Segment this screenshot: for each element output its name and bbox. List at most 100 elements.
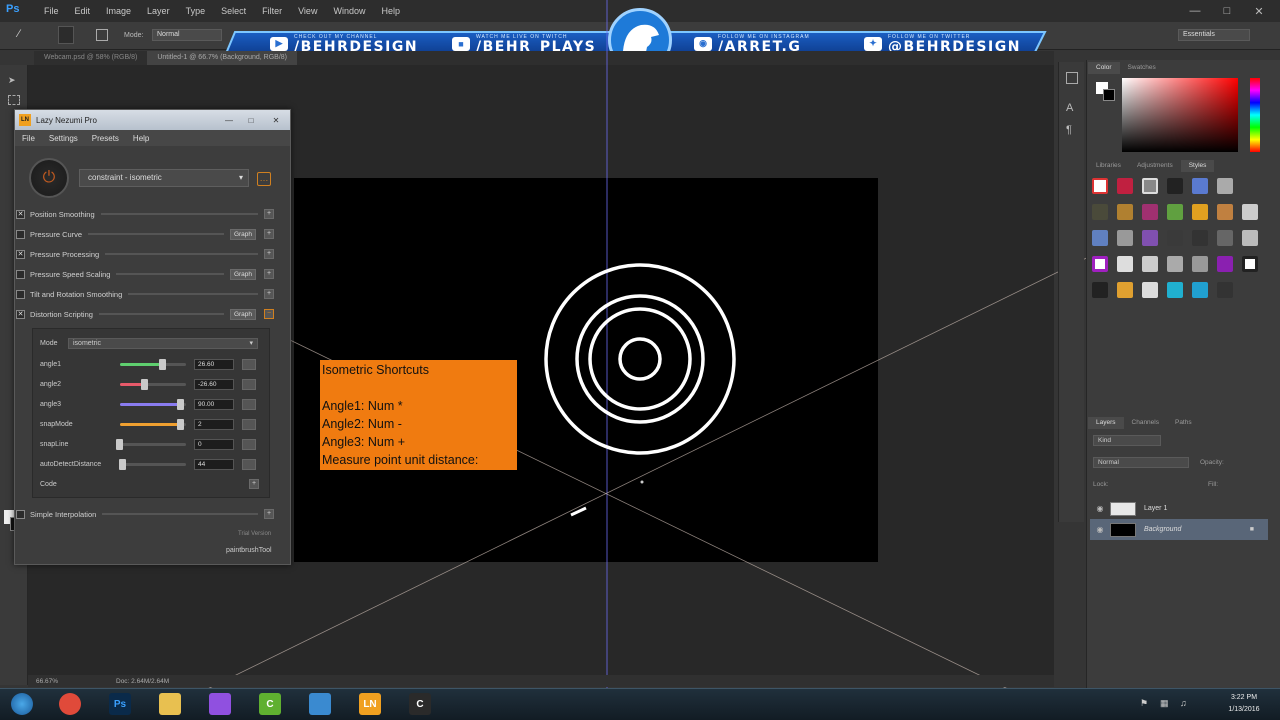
taskbar-chrome[interactable] (48, 690, 92, 718)
style-cell[interactable] (1192, 204, 1208, 220)
tray-flag-icon[interactable]: ⚑ (1140, 698, 1148, 709)
tab-libraries[interactable]: Libraries (1088, 160, 1129, 172)
param-reset-button[interactable] (242, 458, 256, 470)
ln-minimize-icon[interactable]: — (218, 116, 240, 125)
param-slider[interactable] (120, 398, 186, 410)
layer-row[interactable]: ◉ Background ■ (1090, 519, 1268, 540)
zoom-level[interactable]: 66.67% (36, 678, 116, 685)
style-cell[interactable] (1167, 256, 1183, 272)
slider-knob[interactable] (158, 358, 166, 370)
param-value-input[interactable]: 2 (194, 418, 234, 430)
slider-knob[interactable] (176, 418, 184, 430)
graph-button[interactable]: Graph (230, 308, 256, 320)
tab-channels[interactable]: Channels (1124, 417, 1167, 429)
checkbox[interactable] (16, 269, 25, 279)
checkbox[interactable]: ✕ (16, 309, 25, 319)
taskbar-app-blue[interactable] (298, 690, 342, 718)
character-icon[interactable]: A (1066, 102, 1078, 114)
code-expand-button[interactable]: + (249, 479, 259, 489)
slider-knob[interactable] (119, 458, 127, 470)
ln-menu-file[interactable]: File (15, 134, 42, 143)
checkbox[interactable] (16, 509, 25, 519)
style-cell[interactable] (1092, 256, 1108, 272)
style-cell[interactable] (1167, 204, 1183, 220)
script-mode-select[interactable]: isometric ▾ (68, 337, 258, 349)
param-value-input[interactable]: 44 (194, 458, 234, 470)
style-cell[interactable] (1117, 230, 1133, 246)
option-pressure-curve[interactable]: Pressure Curve Graph + (16, 227, 274, 241)
ln-title-bar[interactable]: LN Lazy Nezumi Pro — □ ✕ (15, 110, 290, 130)
style-cell[interactable] (1117, 256, 1133, 272)
power-button-icon[interactable]: ⏻ (29, 158, 69, 198)
visibility-eye-icon[interactable]: ◉ (1090, 525, 1110, 534)
taskbar-photoshop[interactable]: Ps (98, 690, 142, 718)
tab-adjustments[interactable]: Adjustments (1129, 160, 1181, 172)
style-cell[interactable] (1217, 230, 1233, 246)
visibility-eye-icon[interactable]: ◉ (1090, 504, 1110, 513)
param-slider[interactable] (120, 378, 186, 390)
style-cell[interactable] (1217, 178, 1233, 194)
style-cell[interactable] (1142, 282, 1158, 298)
background-swatch[interactable] (1103, 89, 1115, 101)
ln-menu-help[interactable]: Help (126, 134, 156, 143)
style-cell[interactable] (1117, 204, 1133, 220)
param-slider[interactable] (120, 358, 186, 370)
style-cell[interactable] (1192, 282, 1208, 298)
style-cell[interactable] (1242, 256, 1258, 272)
param-reset-button[interactable] (242, 398, 256, 410)
tray-volume-icon[interactable]: ♫ (1180, 698, 1187, 708)
param-value-input[interactable]: -26.60 (194, 378, 234, 390)
graph-button[interactable]: Graph (230, 228, 256, 240)
style-cell[interactable] (1217, 256, 1233, 272)
graph-button[interactable]: Graph (230, 268, 256, 280)
option-pressure-processing[interactable]: ✕ Pressure Processing + (16, 247, 274, 261)
preset-select[interactable]: constraint - isometric ▾ (79, 169, 249, 187)
style-cell[interactable] (1242, 230, 1258, 246)
tab-styles[interactable]: Styles (1180, 160, 1215, 172)
start-button[interactable] (0, 690, 44, 718)
style-cell[interactable] (1217, 282, 1233, 298)
style-cell[interactable] (1167, 230, 1183, 246)
expand-button[interactable]: + (264, 269, 274, 279)
style-cell[interactable] (1142, 230, 1158, 246)
taskbar-lazy-nezumi[interactable]: LN (348, 690, 392, 718)
tab-color[interactable]: Color (1088, 62, 1120, 74)
option-pressure-speed-scaling[interactable]: Pressure Speed Scaling Graph + (16, 267, 274, 281)
preset-menu-button[interactable]: … (257, 172, 271, 186)
history-icon[interactable] (1066, 72, 1078, 84)
expand-button[interactable]: + (264, 229, 274, 239)
ln-menu-settings[interactable]: Settings (42, 134, 85, 143)
style-cell[interactable] (1117, 178, 1133, 194)
style-cell[interactable] (1192, 230, 1208, 246)
param-reset-button[interactable] (242, 378, 256, 390)
style-cell[interactable] (1242, 204, 1258, 220)
ln-menu-presets[interactable]: Presets (85, 134, 126, 143)
option-position-smoothing[interactable]: ✕ Position Smoothing + (16, 207, 274, 221)
style-cell[interactable] (1167, 282, 1183, 298)
option-tilt-rotation-smoothing[interactable]: Tilt and Rotation Smoothing + (16, 287, 274, 301)
taskbar-explorer[interactable] (148, 690, 192, 718)
style-cell[interactable] (1192, 256, 1208, 272)
hue-slider[interactable] (1250, 78, 1260, 152)
collapse-button[interactable]: − (264, 309, 274, 319)
style-cell[interactable] (1217, 204, 1233, 220)
style-cell[interactable] (1142, 256, 1158, 272)
style-cell[interactable] (1117, 282, 1133, 298)
style-cell[interactable] (1142, 178, 1158, 194)
system-clock[interactable]: 3:22 PM 1/13/2016 (1216, 690, 1272, 718)
blend-mode-select[interactable]: Normal (1093, 457, 1189, 468)
style-cell[interactable] (1092, 230, 1108, 246)
slider-knob[interactable] (141, 378, 149, 390)
param-slider[interactable] (116, 438, 186, 450)
paragraph-icon[interactable]: ¶ (1066, 124, 1078, 136)
style-cell[interactable] (1092, 178, 1108, 194)
checkbox[interactable] (16, 229, 25, 239)
param-value-input[interactable]: 90.00 (194, 398, 234, 410)
checkbox[interactable]: ✕ (16, 209, 25, 219)
ln-close-icon[interactable]: ✕ (262, 116, 290, 125)
tab-swatches[interactable]: Swatches (1120, 62, 1164, 74)
tray-network-icon[interactable]: ▦ (1160, 698, 1169, 709)
param-reset-button[interactable] (242, 438, 256, 450)
param-reset-button[interactable] (242, 418, 256, 430)
param-slider[interactable] (120, 418, 186, 430)
